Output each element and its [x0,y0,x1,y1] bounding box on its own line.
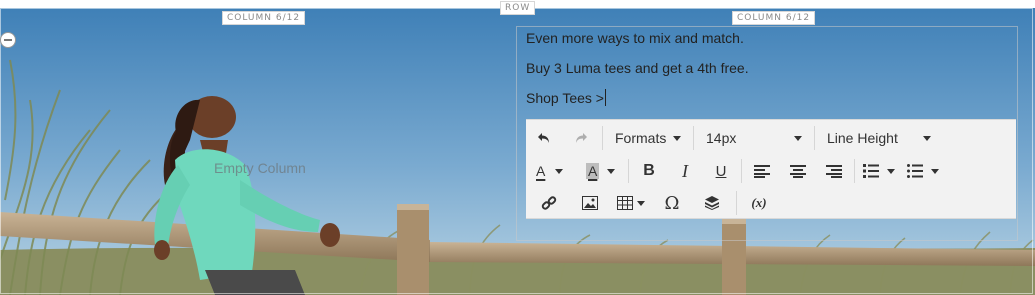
row-label[interactable]: ROW [500,1,536,15]
chevron-down-icon [607,168,616,174]
chevron-down-icon [794,135,802,141]
chevron-down-icon [637,200,645,206]
editor-line-1[interactable]: Even more ways to mix and match. [526,28,1018,58]
insert-link-button[interactable] [526,190,572,216]
chevron-down-icon [887,168,895,174]
bullet-list-icon [907,164,923,178]
image-icon [582,196,598,210]
insert-table-button[interactable] [608,190,654,216]
toolbar-row-2: A A B I U [526,155,945,187]
align-left-button[interactable] [744,158,780,184]
chevron-down-icon [673,135,681,141]
toolbar-separator [628,159,629,183]
text-cursor [604,89,606,106]
toolbar-separator [693,126,694,150]
align-right-button[interactable] [816,158,852,184]
editor-toolbar: Formats 14px Line Height A A B I U Ω (x) [526,119,1016,219]
formats-label: Formats [615,130,667,146]
chevron-down-icon [931,168,939,174]
toolbar-separator [741,159,742,183]
chevron-down-icon [923,135,931,141]
align-right-icon [826,165,842,178]
widget-icon [705,196,719,210]
line-height-dropdown[interactable]: Line Height [817,125,941,151]
link-icon [541,196,557,210]
toolbar-row-3: Ω (x) [526,187,779,219]
toolbar-row-1: Formats 14px Line Height [526,122,941,154]
background-color-icon: A [586,163,600,179]
font-size-dropdown[interactable]: 14px [696,125,812,151]
bold-button[interactable]: B [631,158,667,184]
numbered-list-button[interactable] [857,158,901,184]
background-color-button[interactable]: A [578,158,626,184]
special-character-button[interactable]: Ω [654,190,690,216]
underline-button[interactable]: U [703,158,739,184]
insert-widget-button[interactable] [690,190,734,216]
editor-line-2[interactable]: Buy 3 Luma tees and get a 4th free. [526,58,1018,88]
bullet-list-button[interactable] [901,158,945,184]
formats-dropdown[interactable]: Formats [605,125,691,151]
toolbar-separator [814,126,815,150]
editor-line-3-text[interactable]: Shop Tees > [526,90,604,106]
font-color-icon: A [536,163,546,179]
empty-column-placeholder[interactable]: Empty Column [214,160,306,176]
editor-line-3[interactable]: Shop Tees > [526,88,1018,118]
font-color-button[interactable]: A [526,158,578,184]
toolbar-separator [602,126,603,150]
undo-button[interactable] [526,125,562,151]
insert-variable-button[interactable]: (x) [739,190,779,216]
align-center-icon [790,165,806,178]
table-icon [617,196,633,210]
column-right-label[interactable]: COLUMN 6/12 [732,11,816,25]
redo-button[interactable] [562,125,600,151]
line-height-label: Line Height [827,130,898,146]
align-center-button[interactable] [780,158,816,184]
undo-icon [538,133,549,143]
row-drag-handle-icon[interactable] [0,32,16,48]
column-left-label[interactable]: COLUMN 6/12 [222,11,306,25]
numbered-list-icon [863,164,879,178]
align-left-icon [754,165,770,178]
insert-image-button[interactable] [572,190,608,216]
italic-button[interactable]: I [667,158,703,184]
wysiwyg-editor[interactable]: Even more ways to mix and match. Buy 3 L… [526,28,1018,118]
chevron-down-icon [555,168,564,174]
redo-icon [576,133,587,143]
toolbar-separator [854,159,855,183]
page-builder-stage: ROW COLUMN 6/12 COLUMN 6/12 Empty Column… [0,0,1035,295]
font-size-value: 14px [706,130,737,146]
toolbar-separator [736,191,737,215]
